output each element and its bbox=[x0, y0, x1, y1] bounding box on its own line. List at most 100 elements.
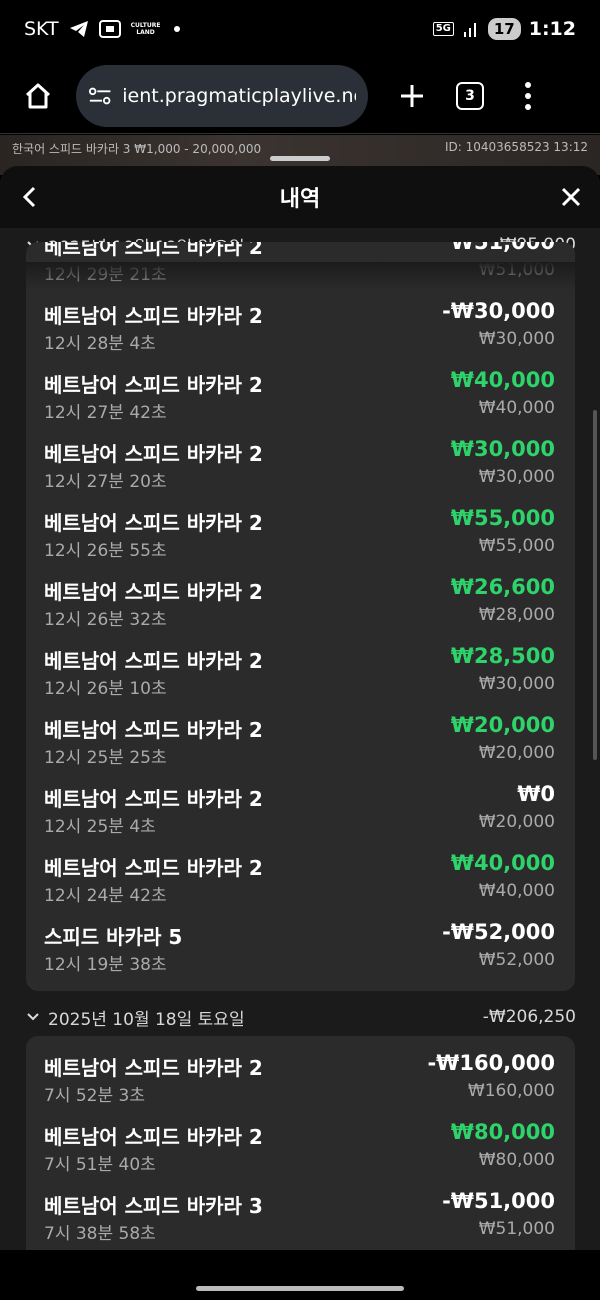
carrier-label: SKT bbox=[24, 18, 59, 40]
bet-time: 12시 26분 55초 bbox=[44, 541, 167, 561]
close-button[interactable] bbox=[556, 182, 586, 212]
stake-amount: ₩51,000 bbox=[478, 1219, 555, 1239]
stake-amount: ₩30,000 bbox=[478, 674, 555, 694]
round-id: ID: 10403658523 13:12 bbox=[444, 140, 588, 154]
scrollbar[interactable] bbox=[593, 410, 597, 760]
result-amount: ₩28,500 bbox=[450, 644, 555, 668]
history-row[interactable]: 베트남어 스피드 바카라 3 7시 38분 58초 -₩51,000 ₩51,000 bbox=[26, 1174, 575, 1244]
result-amount: -₩51,000 bbox=[442, 1189, 555, 1213]
result-amount: ₩40,000 bbox=[450, 851, 555, 875]
game-name: 베트남어 스피드 바카라 2 bbox=[44, 1125, 263, 1149]
signal-icon bbox=[462, 20, 480, 38]
result-amount: ₩80,000 bbox=[450, 1120, 555, 1144]
notification-dot-icon bbox=[174, 26, 181, 32]
telegram-icon bbox=[69, 20, 89, 38]
result-amount: ₩30,000 bbox=[450, 437, 555, 461]
result-amount: -₩52,000 bbox=[442, 920, 555, 944]
bet-time: 12시 25분 4초 bbox=[44, 817, 156, 837]
new-tab-button[interactable] bbox=[390, 74, 434, 118]
history-row[interactable]: 베트남어 스피드 바카라 2 12시 25분 4초 ₩0 ₩20,000 bbox=[26, 767, 575, 837]
clock: 1:12 bbox=[528, 18, 576, 40]
home-button[interactable] bbox=[16, 74, 60, 118]
bet-time: 12시 19분 38초 bbox=[44, 955, 167, 975]
history-row[interactable]: 베트남어 스피드 바카라 2 12시 25분 25초 ₩20,000 ₩20,000 bbox=[26, 698, 575, 768]
day-date: 2025년 10월 18일 토요일 bbox=[48, 1009, 245, 1030]
bet-time: 12시 27분 20초 bbox=[44, 472, 167, 492]
stake-amount: ₩40,000 bbox=[478, 398, 555, 418]
game-name: 베트남어 스피드 바카라 2 bbox=[44, 718, 263, 742]
tab-switcher-button[interactable]: 3 bbox=[456, 81, 484, 110]
stake-amount: ₩30,000 bbox=[478, 329, 555, 349]
culture-land-label: CULTURE LAND bbox=[130, 22, 161, 36]
chevron-down-icon bbox=[27, 1013, 39, 1021]
panel-title: 내역 bbox=[279, 187, 321, 212]
url-text: ient.pragmaticplaylive.net bbox=[122, 84, 356, 107]
game-name: 베트남어 스피드 바카라 2 bbox=[44, 511, 263, 535]
game-name: 베트남어 스피드 바카라 2 bbox=[44, 856, 263, 880]
day-card: 베트남어 스피드 바카라 212시 29분 21초₩51,000₩51,000베… bbox=[26, 242, 575, 991]
result-amount: -₩30,000 bbox=[442, 299, 555, 323]
home-icon bbox=[25, 83, 51, 108]
result-amount: ₩26,600 bbox=[450, 575, 555, 599]
stake-amount: ₩30,000 bbox=[478, 467, 555, 487]
more-menu-button[interactable] bbox=[518, 74, 538, 118]
bet-time: 12시 24분 42초 bbox=[44, 886, 167, 906]
history-row[interactable]: 베트남어 스피드 바카라 2 12시 26분 32초 ₩26,600 ₩28,000 bbox=[26, 560, 575, 630]
back-button[interactable] bbox=[14, 182, 44, 212]
day-total: -₩206,250 bbox=[482, 1007, 576, 1027]
history-row[interactable]: 베트남어 스피드 바카라 2 12시 28분 4초 -₩30,000 ₩30,000 bbox=[26, 284, 575, 354]
bet-time: 7시 51분 40초 bbox=[44, 1155, 156, 1175]
navigation-bar bbox=[0, 1250, 600, 1300]
stake-amount: ₩160,000 bbox=[467, 1081, 555, 1101]
home-gesture-pill[interactable] bbox=[196, 1286, 404, 1291]
game-name: 베트남어 스피드 바카라 2 bbox=[44, 787, 263, 811]
table-info: 한국어 스피드 바카라 3 ₩1,000 - 20,000,000 bbox=[12, 142, 262, 156]
game-name: 베트남어 스피드 바카라 2 bbox=[44, 304, 263, 328]
day-header[interactable]: 2025년 10월 18일 토요일 -₩206,250 bbox=[26, 1002, 576, 1032]
bet-time: 12시 28분 4초 bbox=[44, 334, 156, 354]
history-row[interactable]: 베트남어 스피드 바카라 2 12시 27분 20초 ₩30,000 ₩30,000 bbox=[26, 422, 575, 492]
more-icon bbox=[525, 81, 531, 88]
stake-amount: ₩52,000 bbox=[478, 950, 555, 970]
result-amount: ₩0 bbox=[517, 782, 555, 806]
stake-amount: ₩55,000 bbox=[478, 536, 555, 556]
history-row[interactable]: 베트남어 스피드 바카라 2 12시 24분 42초 ₩40,000 ₩40,000 bbox=[26, 836, 575, 906]
result-amount: ₩40,000 bbox=[450, 368, 555, 392]
game-name: 스피드 바카라 5 bbox=[44, 925, 183, 949]
history-row[interactable]: 베트남어 스피드 바카라 2 12시 27분 42초 ₩40,000 ₩40,000 bbox=[26, 353, 575, 423]
game-name: 베트남어 스피드 바카라 2 bbox=[44, 580, 263, 604]
game-name: 베트남어 스피드 바카라 3 bbox=[44, 1194, 263, 1218]
chevron-left-icon bbox=[22, 186, 36, 208]
stake-amount: ₩20,000 bbox=[478, 743, 555, 763]
bet-time: 12시 27분 42초 bbox=[44, 403, 167, 423]
site-settings-icon[interactable] bbox=[88, 85, 112, 107]
history-row[interactable]: 스피드 바카라 5 12시 19분 38초 -₩52,000 ₩52,000 bbox=[26, 905, 575, 975]
scroll-fade bbox=[26, 262, 575, 290]
game-name: 베트남어 스피드 바카라 2 bbox=[44, 242, 263, 259]
stake-amount: ₩28,000 bbox=[478, 605, 555, 625]
close-icon bbox=[561, 187, 581, 207]
bet-time: 12시 25분 25초 bbox=[44, 748, 167, 768]
culture-land-icon bbox=[98, 20, 121, 38]
history-row[interactable]: 베트남어 스피드 바카라 2 7시 52분 3초 -₩160,000 ₩160,000 bbox=[26, 1036, 575, 1106]
game-name: 베트남어 스피드 바카라 2 bbox=[44, 1056, 263, 1080]
stake-amount: ₩80,000 bbox=[478, 1150, 555, 1170]
game-name: 베트남어 스피드 바카라 2 bbox=[44, 649, 263, 673]
panel-header: 내역 bbox=[0, 166, 600, 228]
stake-amount: ₩20,000 bbox=[478, 812, 555, 832]
history-row[interactable]: 베트남어 스피드 바카라 2 12시 26분 10초 ₩28,500 ₩30,000 bbox=[26, 629, 575, 699]
battery-indicator: 17 bbox=[487, 18, 521, 40]
history-panel: 내역 2025년 10월 19일 일요일 -₩95,900 베트남어 스피드 바… bbox=[0, 166, 600, 1300]
result-amount: ₩20,000 bbox=[450, 713, 555, 737]
network-5g-icon: 5G bbox=[432, 22, 454, 36]
game-name: 베트남어 스피드 바카라 2 bbox=[44, 442, 263, 466]
stake-amount: ₩40,000 bbox=[478, 881, 555, 901]
bet-time: 12시 26분 10초 bbox=[44, 679, 167, 699]
address-bar[interactable]: ient.pragmaticplaylive.net bbox=[76, 64, 368, 127]
history-row[interactable]: 베트남어 스피드 바카라 2 7시 51분 40초 ₩80,000 ₩80,000 bbox=[26, 1105, 575, 1175]
result-amount: -₩160,000 bbox=[427, 1051, 555, 1075]
history-row[interactable]: 베트남어 스피드 바카라 2 12시 26분 55초 ₩55,000 ₩55,000 bbox=[26, 491, 575, 561]
sheet-drag-handle[interactable] bbox=[270, 156, 330, 161]
game-name: 베트남어 스피드 바카라 2 bbox=[44, 373, 263, 397]
status-bar: SKT CULTURE LAND 5G 17 1:12 bbox=[0, 0, 600, 58]
